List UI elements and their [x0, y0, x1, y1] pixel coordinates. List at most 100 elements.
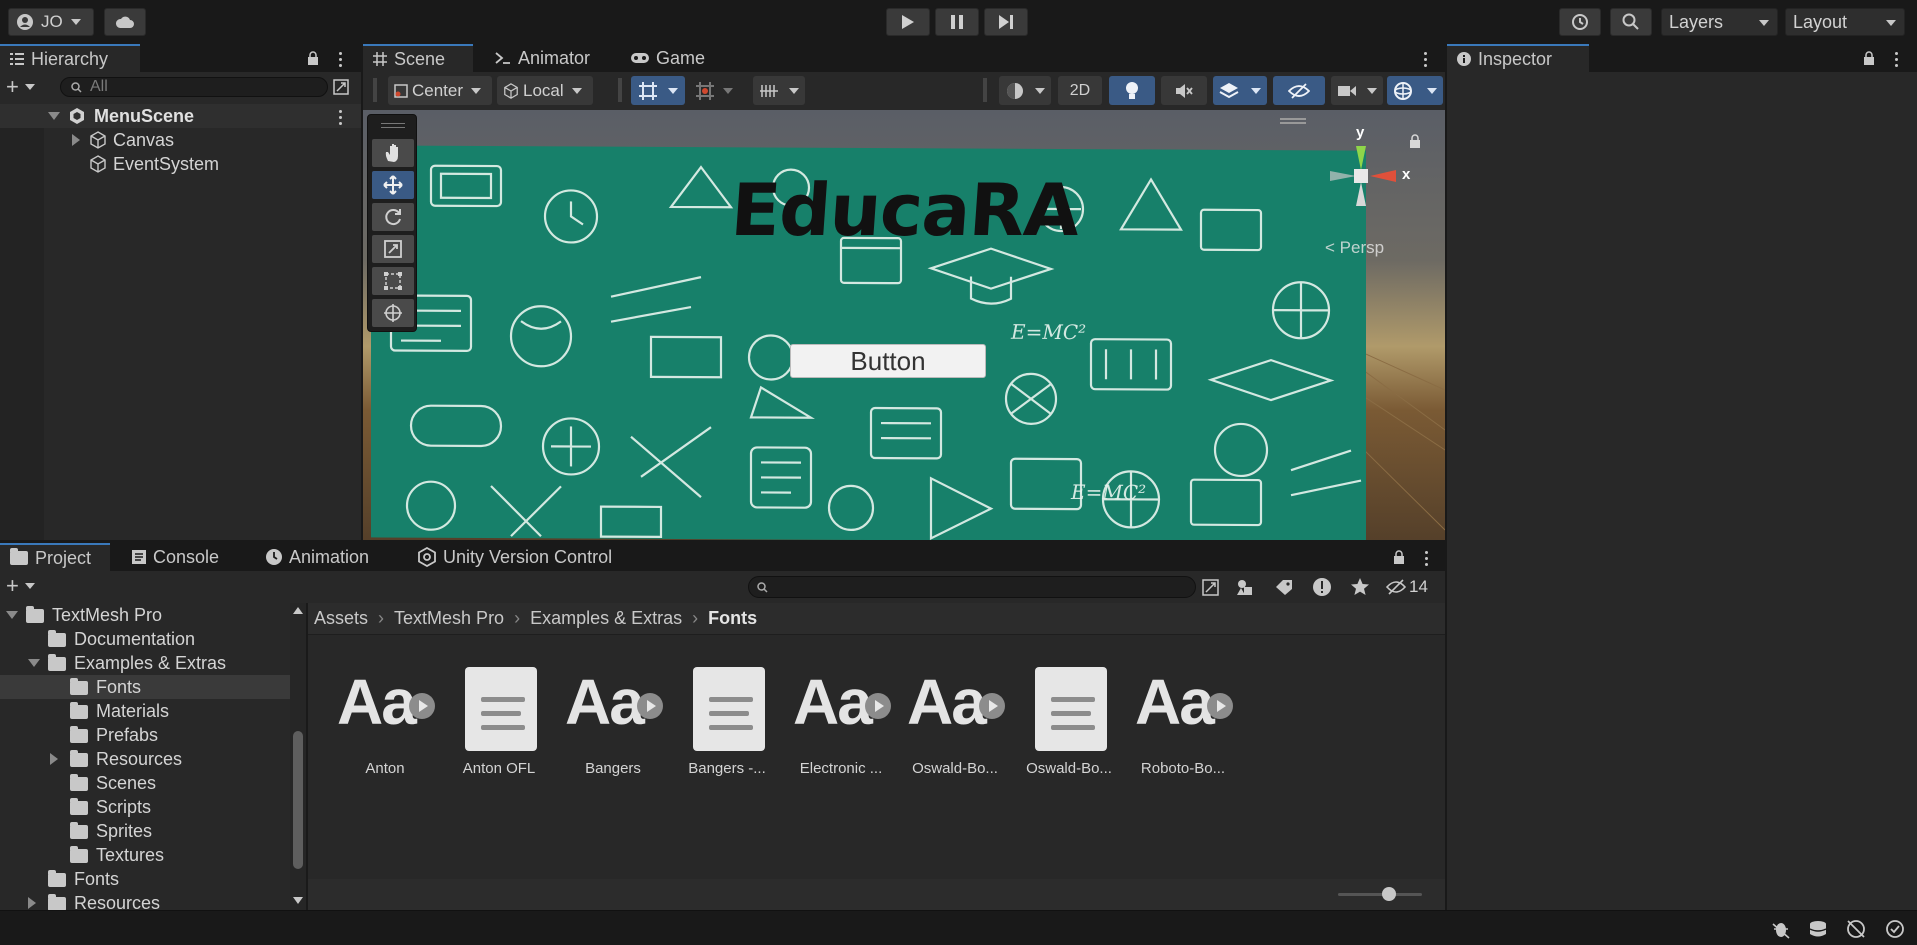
snap-settings-dropdown[interactable] [753, 76, 805, 105]
collapse-arrow-icon[interactable] [28, 659, 40, 667]
add-button[interactable]: + [6, 76, 46, 98]
scroll-down-icon[interactable] [293, 897, 303, 904]
hierarchy-item-canvas[interactable]: Canvas [0, 128, 361, 152]
hierarchy-item-eventsystem[interactable]: EventSystem [0, 152, 361, 176]
project-tree-item[interactable]: Textures [0, 843, 290, 867]
perspective-toggle[interactable]: < Persp [1325, 238, 1384, 258]
collapse-arrow-icon[interactable] [6, 611, 18, 619]
audio-toggle[interactable] [1161, 76, 1207, 105]
lock-icon[interactable] [307, 51, 319, 65]
toggle-2d-button[interactable]: 2D [1058, 76, 1102, 105]
scene-viewport[interactable]: E=MC² E=MC² EducaRA Button y x < Persp [363, 110, 1445, 540]
scene-visibility-toggle[interactable] [1273, 76, 1325, 105]
search-options-icon[interactable] [333, 79, 349, 95]
cache-server-icon[interactable] [1808, 919, 1828, 939]
tab-inspector[interactable]: Inspector [1447, 44, 1589, 72]
history-button[interactable] [1559, 8, 1601, 36]
project-tree-item[interactable]: Documentation [0, 627, 290, 651]
project-tree-item[interactable]: Fonts [0, 867, 290, 891]
auto-generate-lighting-icon[interactable] [1846, 919, 1866, 939]
filter-by-label-icon[interactable] [1275, 579, 1293, 595]
account-dropdown[interactable]: JO [8, 8, 94, 36]
project-tree-item[interactable]: Examples & Extras [0, 651, 290, 675]
tab-hierarchy[interactable]: Hierarchy [0, 44, 140, 72]
project-tree-item[interactable]: Sprites [0, 819, 290, 843]
text-asset[interactable]: Oswald-Bo... [1013, 665, 1125, 785]
debug-bug-icon[interactable] [1771, 919, 1791, 939]
tree-scrollbar[interactable] [290, 603, 306, 910]
play-button[interactable] [886, 8, 930, 36]
move-tool-button[interactable] [372, 171, 414, 199]
project-search-field[interactable] [748, 576, 1196, 598]
scene-button-element[interactable]: Button [790, 344, 986, 378]
scene-title-text[interactable]: EducaRA [712, 168, 1098, 252]
scrollbar-thumb[interactable] [293, 731, 303, 869]
scroll-up-icon[interactable] [293, 607, 303, 614]
lock-icon[interactable] [1863, 51, 1875, 65]
cloud-button[interactable] [104, 8, 146, 36]
project-tree-item[interactable]: Materials [0, 699, 290, 723]
search-options-icon[interactable] [1202, 579, 1219, 596]
breadcrumb-item[interactable]: Assets [314, 608, 368, 629]
space-dropdown[interactable]: Local [497, 76, 593, 105]
layout-dropdown[interactable]: Layout [1785, 8, 1905, 36]
increment-snap-toggle[interactable] [689, 76, 739, 105]
project-tree-item[interactable]: Resources [0, 891, 290, 910]
more-menu-icon[interactable] [339, 110, 343, 125]
expand-play-icon[interactable] [979, 693, 1005, 719]
more-menu-icon[interactable] [1895, 52, 1899, 67]
tab-game[interactable]: Game [621, 44, 721, 72]
project-tree-item[interactable]: TextMesh Pro [0, 603, 290, 627]
project-tree-item[interactable]: Scenes [0, 771, 290, 795]
hierarchy-search-field[interactable]: All [60, 77, 328, 97]
expand-arrow-icon[interactable] [50, 753, 58, 765]
tab-animator[interactable]: Animator [485, 44, 605, 72]
camera-dropdown[interactable] [1331, 76, 1383, 105]
palette-grip[interactable] [381, 123, 405, 128]
filter-by-type-icon[interactable] [1236, 578, 1254, 596]
rotate-tool-button[interactable] [372, 203, 414, 231]
project-tree-item[interactable]: Prefabs [0, 723, 290, 747]
shading-mode-dropdown[interactable] [999, 76, 1051, 105]
breadcrumb-item[interactable]: Examples & Extras [530, 608, 682, 629]
tab-version-control[interactable]: Unity Version Control [408, 543, 638, 571]
overlay-grip[interactable] [1280, 118, 1306, 124]
lock-icon[interactable] [1409, 134, 1421, 148]
gizmos-dropdown[interactable] [1387, 76, 1443, 105]
collapse-arrow-icon[interactable] [48, 112, 60, 120]
more-menu-icon[interactable] [339, 52, 343, 67]
tab-console[interactable]: Console [122, 543, 242, 571]
expand-play-icon[interactable] [1207, 693, 1233, 719]
font-asset[interactable]: Aa Electronic ... [785, 665, 897, 785]
expand-play-icon[interactable] [637, 693, 663, 719]
scale-tool-button[interactable] [372, 235, 414, 263]
text-asset[interactable]: Bangers -... [671, 665, 783, 785]
zoom-slider-thumb[interactable] [1382, 887, 1396, 901]
transform-tool-button[interactable] [372, 299, 414, 327]
text-asset[interactable]: Anton OFL [443, 665, 555, 785]
breadcrumb-item[interactable]: TextMesh Pro [394, 608, 504, 629]
font-asset[interactable]: Aa Anton [329, 665, 441, 785]
layers-dropdown[interactable]: Layers [1661, 8, 1778, 36]
lighting-toggle[interactable] [1109, 76, 1155, 105]
status-ok-icon[interactable] [1885, 919, 1905, 939]
expand-arrow-icon[interactable] [72, 134, 80, 146]
favorite-star-icon[interactable] [1350, 577, 1370, 597]
tab-scene[interactable]: Scene [363, 44, 473, 72]
hand-tool-button[interactable] [372, 139, 414, 167]
tab-project[interactable]: Project [0, 543, 110, 571]
project-tree-item[interactable]: Scripts [0, 795, 290, 819]
lock-icon[interactable] [1393, 550, 1405, 564]
project-tree-item[interactable]: Resources [0, 747, 290, 771]
zoom-slider[interactable] [1338, 887, 1422, 901]
effects-dropdown[interactable] [1213, 76, 1267, 105]
expand-play-icon[interactable] [865, 693, 891, 719]
tab-animation[interactable]: Animation [256, 543, 386, 571]
font-asset[interactable]: Aa Oswald-Bo... [899, 665, 1011, 785]
create-button[interactable]: + [6, 575, 46, 597]
font-asset[interactable]: Aa Bangers [557, 665, 669, 785]
font-asset[interactable]: Aa Roboto-Bo... [1127, 665, 1239, 785]
more-menu-icon[interactable] [1424, 52, 1428, 67]
expand-arrow-icon[interactable] [28, 897, 36, 909]
pause-button[interactable] [935, 8, 979, 36]
